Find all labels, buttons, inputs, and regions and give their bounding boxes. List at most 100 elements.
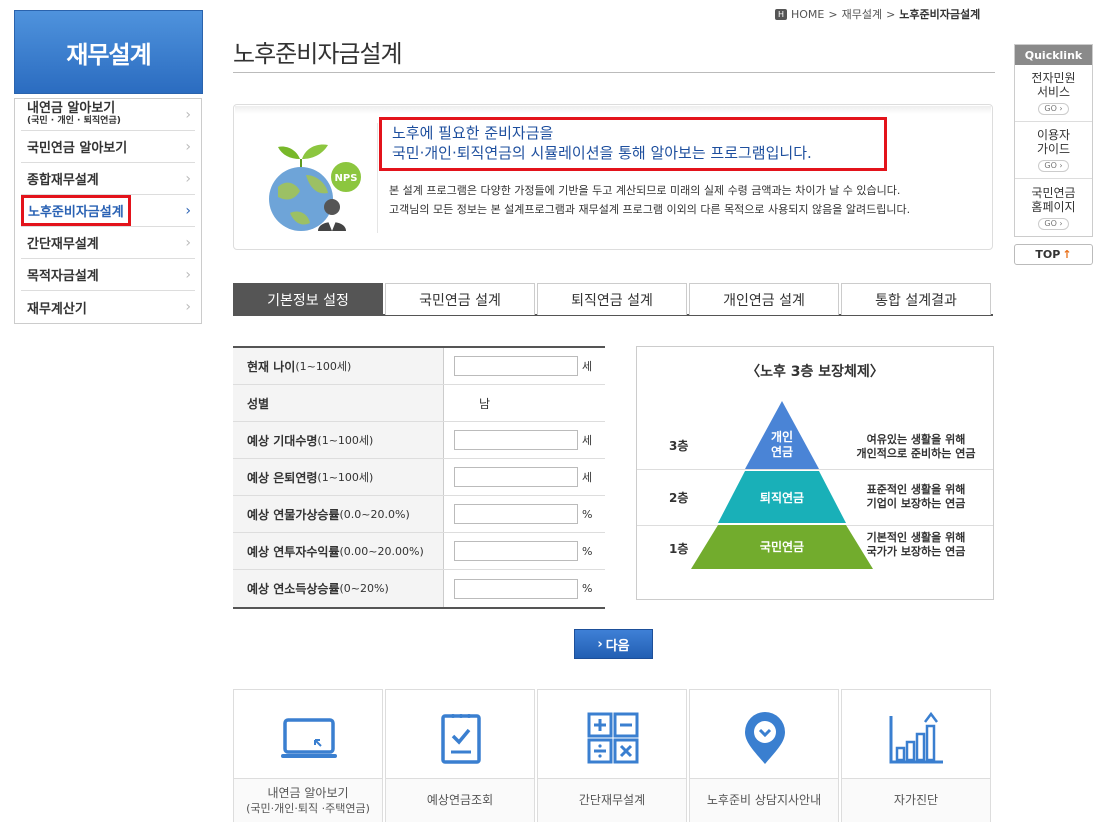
form-label-text: 예상 연투자수익률 xyxy=(247,544,340,559)
sidebar-item-label: 재무계산기 xyxy=(27,301,87,317)
pyramid-desc-line: 표준적인 생활을 위해 xyxy=(866,483,966,496)
next-button[interactable]: › 다음 xyxy=(574,629,653,659)
sidebar-item-purpose-fund[interactable]: 목적자금설계 › xyxy=(21,259,195,291)
title-divider xyxy=(233,72,995,73)
intro-note-2: 고객님의 모든 정보는 본 설계프로그램과 재무설계 프로그램 이외의 다른 목… xyxy=(389,203,911,216)
gender-value: 남 xyxy=(478,396,491,411)
form-row-gender: 성별 남 xyxy=(233,385,605,422)
life-expectancy-input[interactable] xyxy=(454,430,578,450)
form-cell: % xyxy=(444,533,605,569)
next-button-label: 다음 xyxy=(605,638,630,654)
sidebar-item-simple-planning[interactable]: 간단재무설계 › xyxy=(21,227,195,259)
sidebar-item-label: 국민연금 알아보기 xyxy=(27,141,128,156)
sidebar-item-label: 노후준비자금설계 xyxy=(21,195,131,226)
tab-retirement-pension[interactable]: 퇴직연금 설계 xyxy=(537,283,687,315)
tab-national-pension[interactable]: 국민연금 설계 xyxy=(385,283,535,315)
form-row-current-age: 현재 나이 (1~100세) 세 xyxy=(233,348,605,385)
nps-badge: NPS xyxy=(335,173,358,184)
card-expected-pension[interactable]: 예상연금조회 xyxy=(385,689,535,822)
quicklink-user-guide[interactable]: 이용자 가이드 GO › xyxy=(1015,122,1092,179)
breadcrumb-current: 노후준비자금설계 xyxy=(899,8,981,21)
intro-top-shade xyxy=(235,106,991,114)
intro-notes: 본 설계 프로그램은 다양한 가정들에 기반을 두고 계산되므로 미래의 실제 … xyxy=(389,181,910,219)
pyramid-layer-2-label: 퇴직연금 xyxy=(760,490,804,505)
pyramid-desc-line: 국가가 보장하는 연금 xyxy=(866,545,966,558)
basic-info-form: 현재 나이 (1~100세) 세 성별 남 예상 기대수명 (1~100세) 세 예… xyxy=(233,346,605,609)
inflation-rate-input[interactable] xyxy=(454,504,578,524)
current-age-input[interactable] xyxy=(454,356,578,376)
card-title: 간단재무설계 xyxy=(578,793,646,807)
sidebar-item-national-pension[interactable]: 국민연금 알아보기 › xyxy=(21,131,195,163)
form-cell: 세 xyxy=(444,422,605,458)
quicklink-e-civil[interactable]: 전자민원 서비스 GO › xyxy=(1015,65,1092,122)
quicklink-title: Quicklink xyxy=(1015,45,1092,65)
arrow-up-icon: ↑ xyxy=(1062,248,1072,261)
chevron-right-icon: › xyxy=(185,106,191,123)
sidebar-item-calculator[interactable]: 재무계산기 › xyxy=(21,291,195,323)
tab-basic-info[interactable]: 기본정보 설정 xyxy=(233,283,383,315)
tab-personal-pension[interactable]: 개인연금 설계 xyxy=(689,283,839,315)
bar-chart-icon xyxy=(889,711,943,764)
top-button[interactable]: TOP ↑ xyxy=(1014,244,1093,265)
sidebar-item-my-pension[interactable]: 내연금 알아보기 (국민 · 개인 · 퇴직연금) › xyxy=(21,99,195,131)
calculator-icon xyxy=(587,712,639,764)
pension-pyramid-panel: 〈노후 3층 보장체제〉 개인 연금 퇴직연금 국민연금 3층 2층 1층 여유… xyxy=(636,346,994,600)
pyramid-desc-line: 여유있는 생활을 위해 xyxy=(866,433,966,446)
breadcrumb-level1[interactable]: 재무설계 xyxy=(842,6,882,22)
pyramid-desc-3: 여유있는 생활을 위해 개인적으로 준비하는 연금 xyxy=(847,433,985,461)
sidebar-item-retirement-fund[interactable]: 노후준비자금설계 › xyxy=(21,195,195,227)
card-label: 간단재무설계 xyxy=(538,778,686,822)
quicklink-label: 이용자 xyxy=(1036,128,1071,142)
sidebar-item-comprehensive-planning[interactable]: 종합재무설계 › xyxy=(21,163,195,195)
chevron-right-icon: › xyxy=(185,202,191,219)
intro-divider xyxy=(377,123,378,233)
form-label-text: 성별 xyxy=(247,396,270,411)
form-label-hint: (0.00~20.00%) xyxy=(339,544,424,558)
chevron-right-icon: › xyxy=(185,266,191,283)
tab-bar: 기본정보 설정 국민연금 설계 퇴직연금 설계 개인연금 설계 통합 설계결과 xyxy=(233,283,993,316)
breadcrumb: H HOME > 재무설계 > 노후준비자금설계 xyxy=(775,6,980,22)
page-title: 노후준비자금설계 xyxy=(233,40,403,68)
breadcrumb-separator: > xyxy=(886,7,896,21)
pyramid-level-2: 2층 xyxy=(669,491,689,505)
form-cell: % xyxy=(444,496,605,532)
go-button[interactable]: GO › xyxy=(1038,160,1069,172)
form-cell: 세 xyxy=(444,459,605,495)
pyramid-desc-line: 기업이 보장하는 연금 xyxy=(866,497,966,510)
chevron-right-icon: › xyxy=(185,170,191,187)
form-label: 현재 나이 (1~100세) xyxy=(233,348,444,384)
unit-label: % xyxy=(582,507,593,521)
pyramid-layer-3-label-1: 개인 xyxy=(771,429,793,444)
form-label-hint: (1~100세) xyxy=(295,360,352,373)
intro-highlight-box: 노후에 필요한 준비자금을 국민·개인·퇴직연금의 시뮬레이션을 통해 알아보는… xyxy=(379,117,887,171)
form-label-hint: (0~20%) xyxy=(339,582,389,595)
card-consult-office[interactable]: 노후준비 상담지사안내 xyxy=(689,689,839,822)
form-label-hint: (0.0~20.0%) xyxy=(339,507,410,521)
card-title: 자가진단 xyxy=(893,793,939,807)
intro-note-1: 본 설계 프로그램은 다양한 가정들에 기반을 두고 계산되므로 미래의 실제 … xyxy=(389,184,901,197)
intro-box: NPS 노후에 필요한 준비자금을 국민·개인·퇴직연금의 시뮬레이션을 통해 … xyxy=(233,104,993,250)
sidebar-menu: 내연금 알아보기 (국민 · 개인 · 퇴직연금) › 국민연금 알아보기 › … xyxy=(14,98,202,324)
form-label-text: 예상 연물가상승률 xyxy=(247,507,340,522)
quicklink-label: 서비스 xyxy=(1036,85,1071,99)
investment-return-input[interactable] xyxy=(454,541,578,561)
form-cell: 세 xyxy=(444,348,605,384)
card-label: 예상연금조회 xyxy=(386,778,534,822)
card-my-pension[interactable]: 내연금 알아보기 (국민·개인·퇴직 ·주택연금) xyxy=(233,689,383,822)
sidebar-item-label: 목적자금설계 xyxy=(27,269,99,284)
quicklink-nps-home[interactable]: 국민연금 홈페이지 GO › xyxy=(1015,179,1092,236)
breadcrumb-home[interactable]: HOME xyxy=(791,8,824,21)
card-simple-planning[interactable]: 간단재무설계 xyxy=(537,689,687,822)
pyramid-desc-line: 기본적인 생활을 위해 xyxy=(866,531,966,544)
go-button[interactable]: GO › xyxy=(1038,217,1069,230)
income-growth-input[interactable] xyxy=(454,578,578,599)
quick-menu-cards: 내연금 알아보기 (국민·개인·퇴직 ·주택연금) 예상연금조회 간단재무설계 xyxy=(233,689,991,822)
tab-combined-result[interactable]: 통합 설계결과 xyxy=(841,283,991,315)
form-label: 예상 연물가상승률 (0.0~20.0%) xyxy=(233,496,444,532)
go-button[interactable]: GO › xyxy=(1038,103,1069,115)
retirement-age-input[interactable] xyxy=(454,467,578,487)
card-self-diagnosis[interactable]: 자가진단 xyxy=(841,689,991,822)
pyramid-desc-line: 개인적으로 준비하는 연금 xyxy=(856,447,976,460)
card-label: 내연금 알아보기 (국민·개인·퇴직 ·주택연금) xyxy=(234,778,382,822)
form-cell: % xyxy=(444,570,605,607)
